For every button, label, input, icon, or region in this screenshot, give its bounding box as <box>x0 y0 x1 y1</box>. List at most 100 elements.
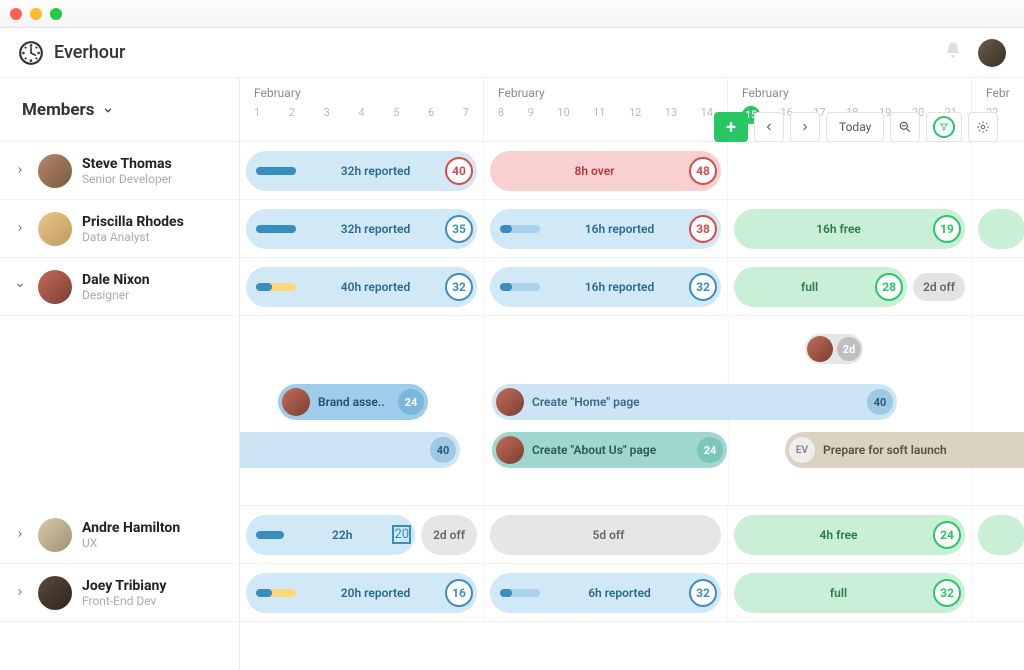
avatar <box>496 436 524 464</box>
summary-pill[interactable]: full32 <box>734 573 965 613</box>
avatar[interactable] <box>38 270 72 304</box>
pill-count: 40 <box>445 157 473 185</box>
summary-pill[interactable]: full28 <box>734 267 907 307</box>
summary-pill[interactable]: 22h20 <box>246 515 415 555</box>
week-cell[interactable] <box>972 258 1024 315</box>
progress-bar <box>500 283 540 291</box>
task-bar[interactable]: Create "Home" page40 <box>492 384 897 420</box>
summary-pill[interactable]: 20h reported16 <box>246 573 477 613</box>
pill-label: 4h free <box>744 528 933 542</box>
summary-pill[interactable]: 16h reported38 <box>490 209 721 249</box>
chevron-right-icon[interactable] <box>12 164 28 178</box>
member-role: Designer <box>82 288 150 302</box>
task-bar[interactable]: Create "About Us" page24 <box>492 432 727 468</box>
summary-pill[interactable]: 16h free19 <box>734 209 965 249</box>
members-dropdown[interactable]: Members <box>0 78 239 142</box>
add-button[interactable]: + <box>714 112 748 142</box>
member-role: Front-End Dev <box>82 594 166 608</box>
extra-chip[interactable]: 2d off <box>421 515 477 555</box>
week-cell[interactable] <box>972 564 1024 621</box>
next-button[interactable] <box>790 112 820 142</box>
summary-pill[interactable] <box>978 209 1024 249</box>
avatar[interactable] <box>38 154 72 188</box>
summary-pill[interactable]: 40h reported32 <box>246 267 477 307</box>
zoom-out-button[interactable] <box>890 112 920 142</box>
task-bar[interactable]: Brand asse..24 <box>278 384 428 420</box>
off-pill[interactable]: 5d off <box>490 515 721 555</box>
timeline-toolbar: + Today <box>714 112 998 142</box>
week-cell[interactable]: 32h reported40 <box>240 142 484 199</box>
pill-label: 8h over <box>500 164 689 178</box>
avatar[interactable] <box>38 212 72 246</box>
week-cell[interactable]: 20h reported16 <box>240 564 484 621</box>
today-button[interactable]: Today <box>826 112 884 142</box>
minimize-window-light[interactable] <box>30 8 42 20</box>
progress-bar <box>500 589 540 597</box>
chevron-right-icon[interactable] <box>12 222 28 236</box>
day-label: 8 <box>498 106 504 119</box>
summary-pill[interactable]: 32h reported40 <box>246 151 477 191</box>
week-cell[interactable]: 22h202d off <box>240 506 484 563</box>
summary-pill[interactable]: 4h free24 <box>734 515 965 555</box>
member-role: Senior Developer <box>82 172 172 186</box>
current-user-avatar[interactable] <box>978 39 1006 67</box>
summary-pill[interactable]: 16h reported32 <box>490 267 721 307</box>
pill-label: 22h <box>292 528 392 542</box>
task-bar[interactable]: Working on prototypes40 <box>240 432 460 468</box>
pill-count: 32 <box>689 273 717 301</box>
day-label: 3 <box>324 106 330 119</box>
week-cell[interactable] <box>972 200 1024 257</box>
members-title: Members <box>22 100 95 120</box>
member-role: UX <box>82 536 180 550</box>
close-window-light[interactable] <box>10 8 22 20</box>
week-cell[interactable]: +Today8h over48 <box>484 142 728 199</box>
week-cell[interactable]: 32h reported35 <box>240 200 484 257</box>
mini-assignment-chip[interactable]: 2d <box>805 334 863 364</box>
week-cell[interactable]: full32 <box>728 564 972 621</box>
member-name: Steve Thomas <box>82 156 172 172</box>
week-cell[interactable]: 40h reported32 <box>240 258 484 315</box>
notifications-icon[interactable] <box>944 41 962 64</box>
pill-count: 16 <box>445 579 473 607</box>
member-row-andre: Andre HamiltonUX <box>0 506 239 564</box>
task-bar[interactable]: EVPrepare for soft launch <box>785 432 1024 468</box>
week-cell[interactable] <box>972 142 1024 199</box>
week-cell[interactable] <box>728 142 972 199</box>
chevron-right-icon[interactable] <box>12 586 28 600</box>
avatar[interactable] <box>38 576 72 610</box>
week-cell[interactable]: 16h free19 <box>728 200 972 257</box>
month-label: Febr <box>986 86 1024 100</box>
app-logo[interactable]: Everhour <box>18 40 125 66</box>
chevron-down-icon <box>101 103 115 117</box>
week-cell[interactable]: 6h reported32 <box>484 564 728 621</box>
chevron-right-icon[interactable] <box>12 528 28 542</box>
week-cell[interactable]: full282d off <box>728 258 972 315</box>
avatar[interactable] <box>38 518 72 552</box>
summary-pill[interactable]: 8h over48 <box>490 151 721 191</box>
chevron-down-icon[interactable] <box>12 279 28 294</box>
week-cell[interactable] <box>972 506 1024 563</box>
pill-count: 24 <box>933 521 961 549</box>
prev-button[interactable] <box>754 112 784 142</box>
pill-label: full <box>744 280 875 294</box>
pill-count: 32 <box>445 273 473 301</box>
filter-button[interactable] <box>926 112 962 142</box>
week-cell[interactable]: 5d off <box>484 506 728 563</box>
extra-chip[interactable]: 2d off <box>913 273 965 301</box>
timeline-row-steve: 32h reported40+Today8h over48 <box>240 142 1024 200</box>
maximize-window-light[interactable] <box>50 8 62 20</box>
avatar <box>807 336 833 362</box>
week-cell[interactable]: 16h reported38 <box>484 200 728 257</box>
week-cell[interactable]: 16h reported32 <box>484 258 728 315</box>
pill-label: 32h reported <box>306 222 445 236</box>
app-bar: Everhour <box>0 28 1024 78</box>
settings-button[interactable] <box>968 112 998 142</box>
member-row-joey: Joey TribianyFront-End Dev <box>0 564 239 622</box>
members-sidebar: Members Steve ThomasSenior Developer Pris… <box>0 78 240 670</box>
task-label: Brand asse.. <box>318 395 392 409</box>
summary-pill[interactable] <box>978 515 1024 555</box>
summary-pill[interactable]: 32h reported35 <box>246 209 477 249</box>
week-cell[interactable]: 4h free24 <box>728 506 972 563</box>
summary-pill[interactable]: 6h reported32 <box>490 573 721 613</box>
member-row-priscilla: Priscilla RhodesData Analyst <box>0 200 239 258</box>
